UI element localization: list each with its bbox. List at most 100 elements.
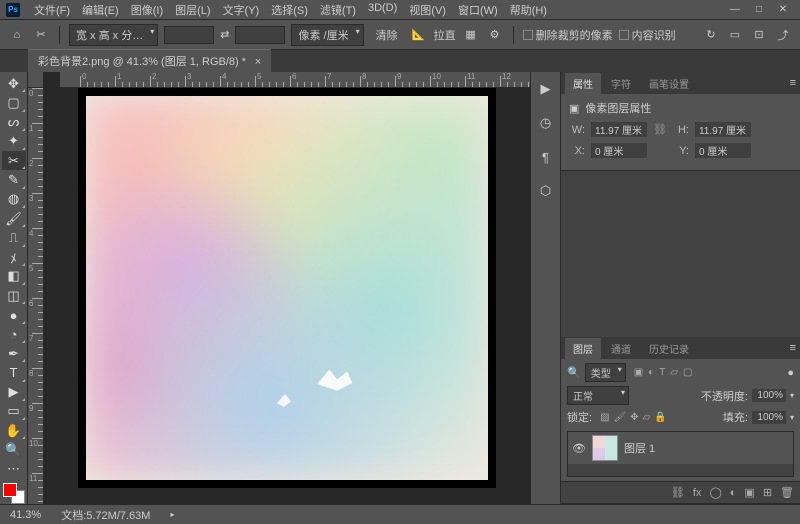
width-input[interactable] bbox=[591, 122, 647, 137]
doc-info[interactable]: 文档:5.72M/7.63M bbox=[61, 507, 150, 523]
minimize-button[interactable]: — bbox=[724, 3, 746, 17]
crop-ratio-select[interactable]: 宽 x 高 x 分… bbox=[69, 24, 158, 46]
blend-mode-select[interactable]: 正常 bbox=[567, 386, 629, 405]
color-swatches[interactable] bbox=[3, 483, 25, 504]
tab-close-icon[interactable]: × bbox=[255, 56, 261, 68]
panel-menu-icon[interactable]: ≡ bbox=[790, 77, 796, 89]
filter-toggle[interactable]: ● bbox=[787, 367, 794, 379]
type-tool[interactable]: T bbox=[2, 363, 26, 382]
menu-文字[interactable]: 文字(Y) bbox=[217, 0, 266, 20]
path-select-tool[interactable]: ▶ bbox=[2, 383, 26, 402]
filter-type-select[interactable]: 类型 bbox=[585, 363, 626, 382]
share-icon[interactable]: ⤴ bbox=[774, 26, 792, 44]
filter-adjust-icon[interactable]: ◐ bbox=[648, 367, 654, 378]
layer-item[interactable]: 👁 图层 1 bbox=[568, 432, 793, 465]
blur-tool[interactable]: ● bbox=[2, 305, 26, 324]
foreground-color[interactable] bbox=[3, 483, 17, 497]
link-layers-icon[interactable]: ⛓ bbox=[671, 486, 685, 499]
filter-pixel-icon[interactable]: ▣ bbox=[634, 367, 643, 378]
menu-编辑[interactable]: 编辑(E) bbox=[76, 0, 125, 20]
menu-图像[interactable]: 图像(I) bbox=[125, 0, 169, 20]
3d-icon[interactable]: ⬡ bbox=[537, 182, 555, 200]
workspace-icon[interactable]: ▭ bbox=[726, 26, 744, 44]
new-layer-icon[interactable]: ⊞ bbox=[763, 486, 772, 499]
zoom-tool[interactable]: 🔍 bbox=[2, 440, 26, 459]
link-icon[interactable]: ⛓ bbox=[653, 123, 667, 136]
info-chevron-icon[interactable]: ▸ bbox=[170, 510, 174, 519]
lock-position-icon[interactable]: ✥ bbox=[630, 412, 638, 423]
tab-character[interactable]: 字符 bbox=[603, 73, 639, 94]
eraser-tool[interactable]: ◧ bbox=[2, 267, 26, 286]
shape-tool[interactable]: ▭ bbox=[2, 402, 26, 421]
fx-icon[interactable]: fx bbox=[693, 487, 702, 499]
menu-视图[interactable]: 视图(V) bbox=[403, 0, 452, 20]
fill-input[interactable]: 100% bbox=[752, 411, 786, 424]
group-icon[interactable]: ▣ bbox=[744, 486, 754, 499]
unit-select[interactable]: 像素 /厘米 bbox=[291, 24, 363, 46]
straighten-icon[interactable]: 📐 bbox=[410, 26, 428, 44]
close-button[interactable]: ✕ bbox=[772, 3, 794, 17]
paragraph-icon[interactable]: ¶ bbox=[537, 148, 555, 166]
history-icon[interactable]: ◷ bbox=[537, 114, 555, 132]
lock-transparent-icon[interactable]: ▨ bbox=[600, 412, 609, 423]
healing-tool[interactable]: ◍ bbox=[2, 190, 26, 209]
delete-cropped-checkbox[interactable]: 删除裁剪的像素 bbox=[523, 27, 613, 43]
filter-shape-icon[interactable]: ▱ bbox=[670, 367, 678, 378]
menu-图层[interactable]: 图层(L) bbox=[169, 0, 216, 20]
eyedropper-tool[interactable]: ✎ bbox=[2, 170, 26, 189]
crop-tool[interactable]: ✂ bbox=[2, 151, 26, 170]
overlay-icon[interactable]: ▦ bbox=[462, 26, 480, 44]
reset-icon[interactable]: ↻ bbox=[702, 26, 720, 44]
opacity-input[interactable]: 100% bbox=[752, 389, 786, 402]
search-icon[interactable]: 🔍 bbox=[567, 366, 581, 379]
document-canvas[interactable] bbox=[78, 88, 496, 488]
content-aware-checkbox[interactable]: 内容识别 bbox=[619, 27, 676, 43]
panel-menu-icon[interactable]: ≡ bbox=[790, 342, 796, 354]
delete-layer-icon[interactable]: 🗑 bbox=[780, 486, 794, 499]
marquee-tool[interactable]: ▢ bbox=[2, 93, 26, 112]
history-brush-tool[interactable]: ﾒ bbox=[2, 248, 26, 267]
edit-toolbar[interactable]: ⋯ bbox=[2, 460, 26, 479]
lock-artboard-icon[interactable]: ▱ bbox=[643, 412, 651, 423]
crop-tool-icon[interactable]: ✂ bbox=[32, 26, 50, 44]
menu-3D[interactable]: 3D(D) bbox=[362, 0, 403, 20]
pen-tool[interactable]: ✒ bbox=[2, 344, 26, 363]
tab-brush-settings[interactable]: 画笔设置 bbox=[641, 73, 697, 94]
lock-pixels-icon[interactable]: 🖌 bbox=[614, 412, 627, 423]
play-icon[interactable]: ▶ bbox=[537, 80, 555, 98]
stamp-tool[interactable]: ⎍ bbox=[2, 228, 26, 247]
document-tab[interactable]: 彩色背景2.png @ 41.3% (图层 1, RGB/8) * × bbox=[28, 49, 271, 72]
menu-滤镜[interactable]: 滤镜(T) bbox=[314, 0, 362, 20]
tab-layers[interactable]: 图层 bbox=[565, 338, 601, 359]
swap-icon[interactable]: ⇄ bbox=[220, 28, 229, 41]
filter-type-icon[interactable]: T bbox=[659, 367, 665, 378]
lasso-tool[interactable]: ᔕ bbox=[2, 113, 26, 132]
maximize-button[interactable]: □ bbox=[748, 3, 770, 17]
menu-文件[interactable]: 文件(F) bbox=[28, 0, 76, 20]
lock-all-icon[interactable]: 🔒 bbox=[654, 412, 666, 423]
hand-tool[interactable]: ✋ bbox=[2, 421, 26, 440]
visibility-toggle[interactable]: 👁 bbox=[572, 442, 586, 455]
search-icon[interactable]: ⊡ bbox=[750, 26, 768, 44]
gradient-tool[interactable]: ◫ bbox=[2, 286, 26, 305]
crop-settings-icon[interactable]: ⚙ bbox=[486, 26, 504, 44]
menu-选择[interactable]: 选择(S) bbox=[265, 0, 314, 20]
tab-history[interactable]: 历史记录 bbox=[641, 338, 697, 359]
brush-tool[interactable]: 🖌 bbox=[2, 209, 26, 228]
crop-width-input[interactable] bbox=[164, 26, 214, 44]
canvas-viewport[interactable] bbox=[44, 88, 530, 504]
height-input[interactable] bbox=[695, 122, 751, 137]
menu-窗口[interactable]: 窗口(W) bbox=[452, 0, 504, 20]
x-input[interactable] bbox=[591, 143, 647, 158]
crop-height-input[interactable] bbox=[235, 26, 285, 44]
y-input[interactable] bbox=[695, 143, 751, 158]
clear-button[interactable]: 清除 bbox=[370, 25, 404, 45]
tab-channels[interactable]: 通道 bbox=[603, 338, 639, 359]
home-icon[interactable]: ⌂ bbox=[8, 26, 26, 44]
filter-smart-icon[interactable]: ▢ bbox=[683, 367, 692, 378]
zoom-level[interactable]: 41.3% bbox=[10, 509, 41, 521]
menu-帮助[interactable]: 帮助(H) bbox=[504, 0, 553, 20]
mask-icon[interactable]: ◯ bbox=[709, 486, 721, 499]
layer-name[interactable]: 图层 1 bbox=[624, 440, 655, 456]
move-tool[interactable]: ✥ bbox=[2, 74, 26, 93]
